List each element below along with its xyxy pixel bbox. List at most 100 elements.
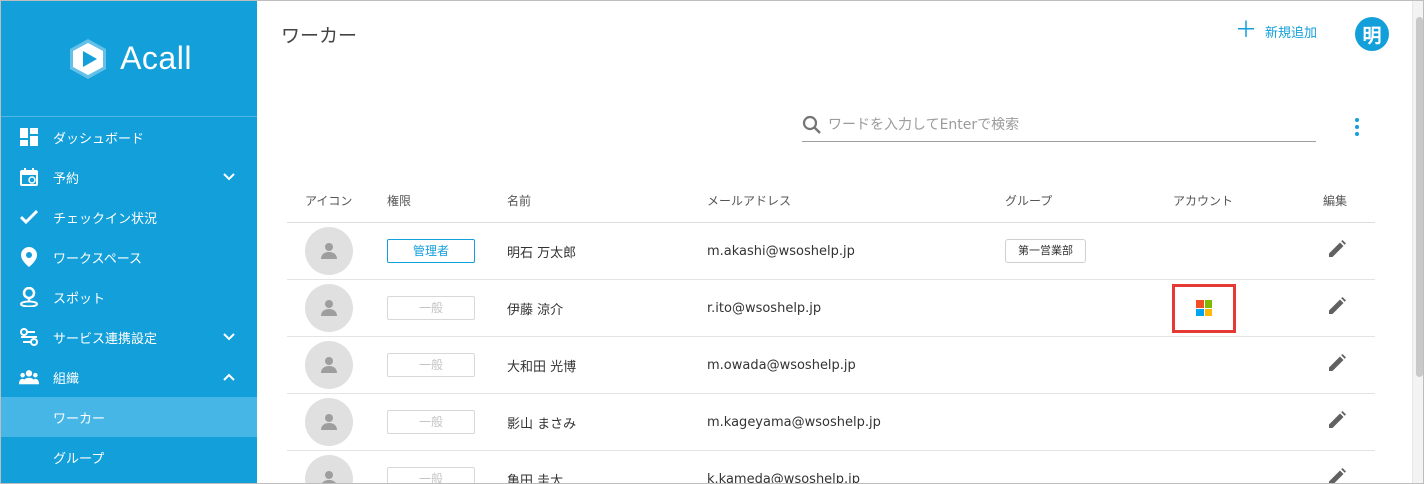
column-header-group[interactable]: グループ <box>1005 192 1165 209</box>
dot <box>1355 125 1359 129</box>
sidebar-item-label: ワーカー <box>53 411 106 427</box>
account-cell <box>1165 394 1315 451</box>
sidebar-item-label: サービス連携設定 <box>53 331 158 347</box>
table-row[interactable]: 一般 亀田 圭太 k.kameda@wsoshelp.jp <box>287 451 1375 484</box>
plus-icon: ＋ <box>1235 18 1258 43</box>
acall-logo-icon <box>70 38 107 79</box>
sidebar-item-checkin-status[interactable]: チェックイン状況 <box>1 197 257 237</box>
role-badge: 一般 <box>387 410 475 434</box>
chevron-up-icon <box>223 373 235 381</box>
table-row[interactable]: 一般 伊藤 涼介 r.ito@wsoshelp.jp <box>287 280 1375 337</box>
sidebar: Acall ダッシュボード 予約 チェックイン状況 ワークスペース スポット サ… <box>1 1 257 483</box>
sidebar-item-label: スポット <box>53 291 106 307</box>
table-row[interactable]: 一般 大和田 光博 m.owada@wsoshelp.jp <box>287 337 1375 394</box>
group-chip[interactable]: 第一営業部 <box>1005 239 1086 263</box>
main-content: ワーカー ＋ 新規追加 明 アイコン 権限 名前 メールアドレス グループ アカ… <box>257 1 1423 484</box>
more-options-icon[interactable] <box>1349 117 1365 137</box>
sidebar-item-workspace[interactable]: ワークスペース <box>1 237 257 277</box>
sidebar-item-label: チェックイン状況 <box>53 211 158 227</box>
user-avatar[interactable]: 明 <box>1355 17 1389 51</box>
worker-name: 伊藤 涼介 <box>507 302 564 318</box>
role-badge: 一般 <box>387 296 475 320</box>
people-icon <box>19 367 39 387</box>
search-input[interactable] <box>828 117 1316 133</box>
person-pin-icon <box>19 287 39 307</box>
avatar <box>305 284 353 332</box>
table-row[interactable]: 管理者 明石 万太郎 m.akashi@wsoshelp.jp 第一営業部 <box>287 223 1375 280</box>
sidebar-item-label: ワークスペース <box>53 251 143 267</box>
edit-pencil-icon[interactable] <box>1327 467 1347 484</box>
person-icon <box>322 471 336 483</box>
sidebar-item-dashboard[interactable]: ダッシュボード <box>1 117 257 157</box>
chevron-down-icon <box>223 173 235 181</box>
account-cell <box>1165 337 1315 394</box>
worker-email: r.ito@wsoshelp.jp <box>707 300 822 316</box>
brand-logo[interactable]: Acall <box>1 1 257 117</box>
sidebar-item-label: 組織 <box>53 371 80 387</box>
person-icon <box>321 300 337 316</box>
search-bar <box>802 109 1316 142</box>
sidebar-subitem-groups[interactable]: グループ <box>1 437 257 477</box>
avatar <box>305 455 353 483</box>
add-new-button[interactable]: ＋ 新規追加 <box>1235 18 1318 43</box>
calendar-icon <box>19 167 39 187</box>
worker-email: m.akashi@wsoshelp.jp <box>707 243 855 259</box>
sidebar-subitem-workers[interactable]: ワーカー <box>1 397 257 437</box>
worker-name: 影山 まさみ <box>507 416 577 432</box>
check-icon <box>19 207 39 227</box>
sidebar-item-organization[interactable]: 組織 <box>1 357 257 397</box>
dashboard-icon <box>19 127 39 147</box>
workers-table: アイコン 権限 名前 メールアドレス グループ アカウント 編集 管理者 明石 … <box>287 179 1375 484</box>
worker-name: 明石 万太郎 <box>507 245 577 261</box>
account-cell <box>1165 451 1315 484</box>
worker-email: k.kameda@wsoshelp.jp <box>707 471 861 484</box>
column-header-edit: 編集 <box>1322 194 1347 208</box>
edit-pencil-icon[interactable] <box>1327 410 1347 430</box>
column-header-email[interactable]: メールアドレス <box>707 192 1005 209</box>
search-icon <box>802 115 821 134</box>
worker-email: m.owada@wsoshelp.jp <box>707 357 856 373</box>
highlight-box <box>1172 283 1236 333</box>
dot <box>1355 132 1359 136</box>
dot <box>1355 118 1359 122</box>
account-cell <box>1165 280 1315 337</box>
person-icon <box>321 357 337 373</box>
edit-pencil-icon[interactable] <box>1327 239 1347 259</box>
table-row[interactable]: 一般 影山 まさみ m.kageyama@wsoshelp.jp <box>287 394 1375 451</box>
account-cell <box>1165 223 1315 280</box>
worker-email: m.kageyama@wsoshelp.jp <box>707 414 881 430</box>
app-window: Acall ダッシュボード 予約 チェックイン状況 ワークスペース スポット サ… <box>0 0 1424 484</box>
role-badge: 一般 <box>387 467 475 483</box>
edit-pencil-icon[interactable] <box>1327 353 1347 373</box>
location-pin-icon <box>19 247 39 267</box>
vertical-scrollbar[interactable] <box>1412 1 1423 483</box>
column-header-account[interactable]: アカウント <box>1165 192 1315 209</box>
avatar <box>305 341 353 389</box>
role-badge: 管理者 <box>387 239 475 263</box>
chevron-down-icon <box>223 333 235 341</box>
sidebar-item-label: グループ <box>53 451 105 467</box>
page-title: ワーカー <box>281 25 358 47</box>
integration-icon <box>19 327 39 347</box>
sidebar-nav: ダッシュボード 予約 チェックイン状況 ワークスペース スポット サービス連携設… <box>1 117 257 477</box>
add-new-label: 新規追加 <box>1265 25 1318 41</box>
worker-name: 大和田 光博 <box>507 359 577 375</box>
sidebar-item-service-integration[interactable]: サービス連携設定 <box>1 317 257 357</box>
brand-name: Acall <box>120 40 192 76</box>
microsoft-logo-icon <box>1196 300 1212 316</box>
column-header-name[interactable]: 名前 <box>507 192 707 209</box>
avatar <box>305 398 353 446</box>
scrollbar-thumb[interactable] <box>1416 17 1423 377</box>
sidebar-item-label: 予約 <box>53 171 80 187</box>
edit-pencil-icon[interactable] <box>1327 296 1347 316</box>
person-icon <box>321 243 337 259</box>
column-header-role[interactable]: 権限 <box>387 192 507 209</box>
column-header-icon[interactable]: アイコン <box>287 192 387 209</box>
person-icon <box>321 414 337 430</box>
worker-name: 亀田 圭太 <box>507 473 564 484</box>
avatar <box>305 227 353 275</box>
sidebar-item-reservation[interactable]: 予約 <box>1 157 257 197</box>
sidebar-item-spot[interactable]: スポット <box>1 277 257 317</box>
sidebar-item-label: ダッシュボード <box>53 131 145 147</box>
role-badge: 一般 <box>387 353 475 377</box>
